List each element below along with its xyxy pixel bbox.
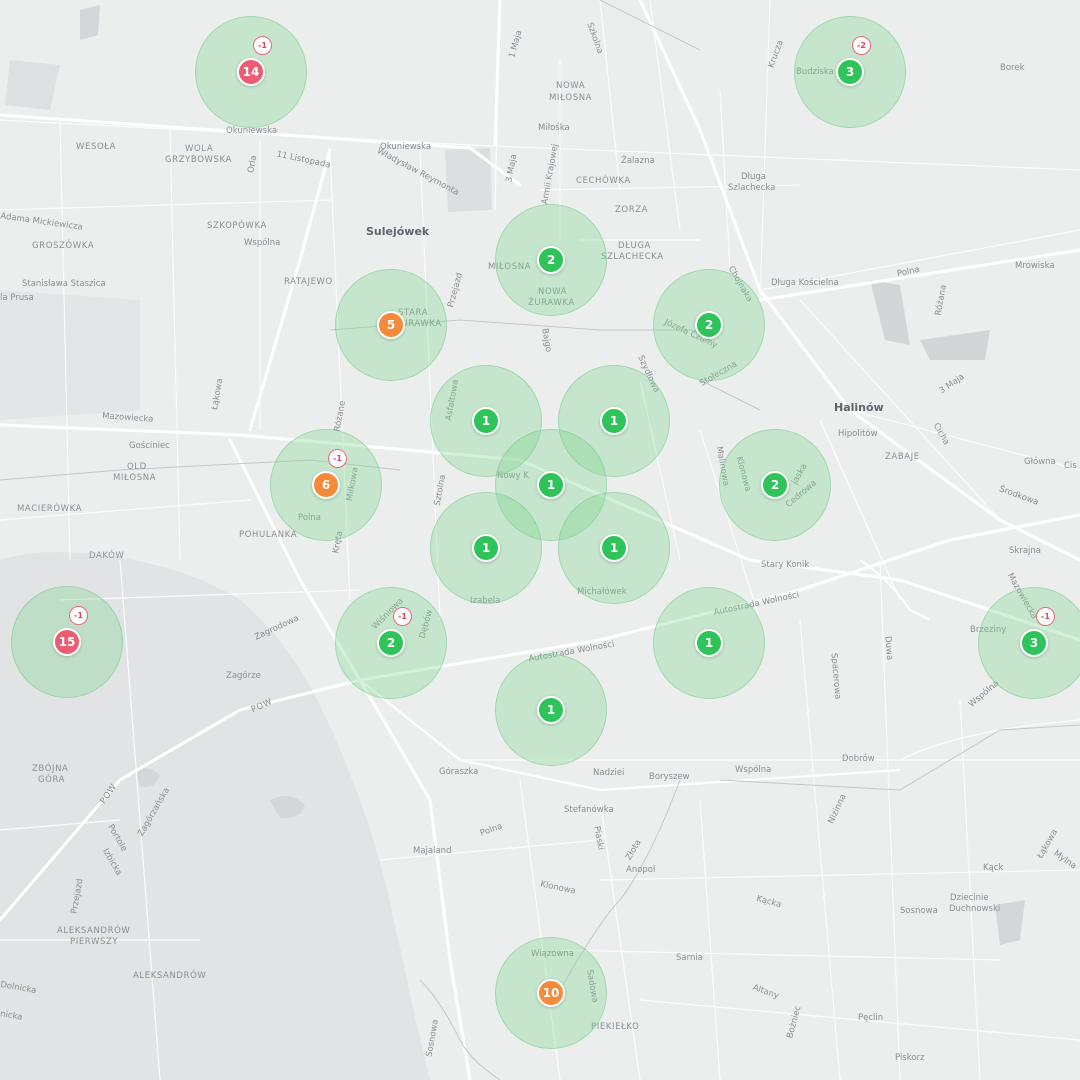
street-label: Anopol bbox=[626, 865, 656, 875]
place-label: Zagórze bbox=[226, 671, 261, 681]
street-label: Sosnowa bbox=[900, 906, 938, 916]
cluster-badge: -2 bbox=[852, 36, 871, 55]
forest-area bbox=[0, 290, 140, 420]
district-label: MIŁOSNA bbox=[113, 473, 157, 483]
street-label: Okuniewska bbox=[226, 126, 278, 136]
cluster-count[interactable]: 5 bbox=[377, 311, 405, 339]
street-label: Długa bbox=[741, 172, 766, 182]
town-label: Halinów bbox=[834, 401, 884, 414]
street-label: Główna bbox=[1024, 457, 1056, 467]
district-label: ZABAJE bbox=[885, 452, 920, 462]
cluster-marker[interactable]: 14 -1 bbox=[195, 16, 307, 128]
place-label: Dobrów bbox=[842, 754, 875, 764]
cluster-count[interactable]: 2 bbox=[377, 629, 405, 657]
cluster-badge: -1 bbox=[328, 449, 347, 468]
cluster-count[interactable]: 2 bbox=[695, 311, 723, 339]
street-label: Szlachecka bbox=[728, 183, 776, 193]
cluster-count[interactable]: 1 bbox=[695, 629, 723, 657]
district-label: WOLA bbox=[185, 144, 214, 154]
place-label: Duchnowski bbox=[949, 904, 1001, 914]
cluster-count[interactable]: 14 bbox=[237, 58, 265, 86]
map-view[interactable]: Okuniewska Okuniewska WESOŁA WOLA GRZYBO… bbox=[0, 0, 1080, 1080]
cluster-count[interactable]: 2 bbox=[761, 471, 789, 499]
cluster-count[interactable]: 3 bbox=[836, 58, 864, 86]
place-label: Stefanówka bbox=[564, 805, 614, 815]
cluster-count[interactable]: 10 bbox=[537, 979, 565, 1007]
cluster-marker[interactable]: 3 -1 bbox=[978, 587, 1080, 699]
district-label: PIERWSZY bbox=[70, 937, 119, 947]
street-label: Skrajna bbox=[1009, 546, 1041, 556]
cluster-count[interactable]: 3 bbox=[1020, 629, 1048, 657]
place-label: Dziecinie bbox=[950, 893, 989, 903]
cluster-badge: -1 bbox=[253, 36, 272, 55]
street-label: Nadziei bbox=[593, 768, 625, 778]
place-label: Borek bbox=[1000, 63, 1025, 73]
street-label: la Prusa bbox=[0, 293, 34, 303]
place-label: Majaland bbox=[413, 846, 452, 856]
water-area bbox=[80, 5, 100, 40]
cluster-marker[interactable]: 10 bbox=[495, 937, 607, 1049]
district-label: ALEKSANDRÓW bbox=[57, 926, 131, 936]
place-label: Piskorz bbox=[895, 1053, 925, 1063]
cluster-count[interactable]: 1 bbox=[472, 534, 500, 562]
district-label: GÓRA bbox=[38, 775, 66, 785]
district-label: GRZYBOWSKA bbox=[165, 155, 232, 165]
town-label: Sulejówek bbox=[366, 225, 430, 238]
cluster-badge: -1 bbox=[1036, 607, 1055, 626]
district-label: MIŁOSNA bbox=[549, 93, 593, 103]
street-label: Stanisława Staszica bbox=[22, 279, 106, 289]
cluster-marker[interactable]: 2 bbox=[495, 204, 607, 316]
place-label: Pęclin bbox=[858, 1013, 884, 1023]
street-label: Długa Kościelna bbox=[771, 278, 839, 288]
district-label: DAKÓW bbox=[89, 551, 125, 561]
cluster-count[interactable]: 2 bbox=[537, 246, 565, 274]
cluster-count[interactable]: 1 bbox=[600, 534, 628, 562]
street-label: Hipolitów bbox=[838, 429, 878, 439]
cluster-marker[interactable]: 2 -1 bbox=[335, 587, 447, 699]
street-label: Wspólna bbox=[735, 765, 772, 775]
street-label: Żalazna bbox=[621, 156, 655, 166]
district-label: OLD bbox=[127, 462, 147, 472]
cluster-marker[interactable]: 2 bbox=[719, 429, 831, 541]
street-label: Miłośka bbox=[538, 123, 570, 133]
district-label: CECHÓWKA bbox=[576, 176, 631, 186]
street-label: Gościniec bbox=[129, 441, 170, 451]
cluster-badge: -1 bbox=[69, 606, 88, 625]
place-label: Mrowiska bbox=[1015, 261, 1055, 271]
district-label: NOWA bbox=[556, 81, 586, 91]
district-label: RATAJEWO bbox=[284, 277, 333, 287]
district-label: SZKOPÓWKA bbox=[207, 221, 267, 231]
cluster-marker[interactable]: 1 bbox=[495, 654, 607, 766]
street-label: Cis bbox=[1064, 461, 1077, 471]
district-label: GROSZÓWKA bbox=[32, 241, 95, 251]
cluster-marker[interactable]: 6 -1 bbox=[270, 429, 382, 541]
district-label: SZLACHECKA bbox=[601, 252, 664, 262]
street-label: Sarnia bbox=[676, 953, 703, 963]
district-label: ZBÓJNA bbox=[32, 764, 69, 774]
district-label: DŁUGA bbox=[618, 241, 651, 251]
cluster-marker[interactable]: 1 bbox=[653, 587, 765, 699]
place-label: Kąck bbox=[983, 863, 1004, 873]
district-label: ALEKSANDRÓW bbox=[133, 971, 207, 981]
cluster-count[interactable]: 1 bbox=[537, 696, 565, 724]
district-label: MACIERÓWKA bbox=[17, 504, 83, 514]
cluster-badge: -1 bbox=[393, 607, 412, 626]
cluster-count[interactable]: 6 bbox=[312, 471, 340, 499]
street-label: Duwa bbox=[882, 635, 895, 661]
street-label: Wspólna bbox=[244, 238, 281, 248]
cluster-count[interactable]: 15 bbox=[53, 628, 81, 656]
street-label: Stary Konik bbox=[761, 560, 810, 570]
cluster-marker[interactable]: 3 -2 bbox=[794, 16, 906, 128]
district-label: WESOŁA bbox=[76, 142, 117, 152]
cluster-marker[interactable]: 15 -1 bbox=[11, 586, 123, 698]
street-label: Góraszka bbox=[439, 767, 479, 777]
street-label: Boryszew bbox=[649, 772, 690, 782]
district-label: ZORZA bbox=[615, 205, 649, 215]
